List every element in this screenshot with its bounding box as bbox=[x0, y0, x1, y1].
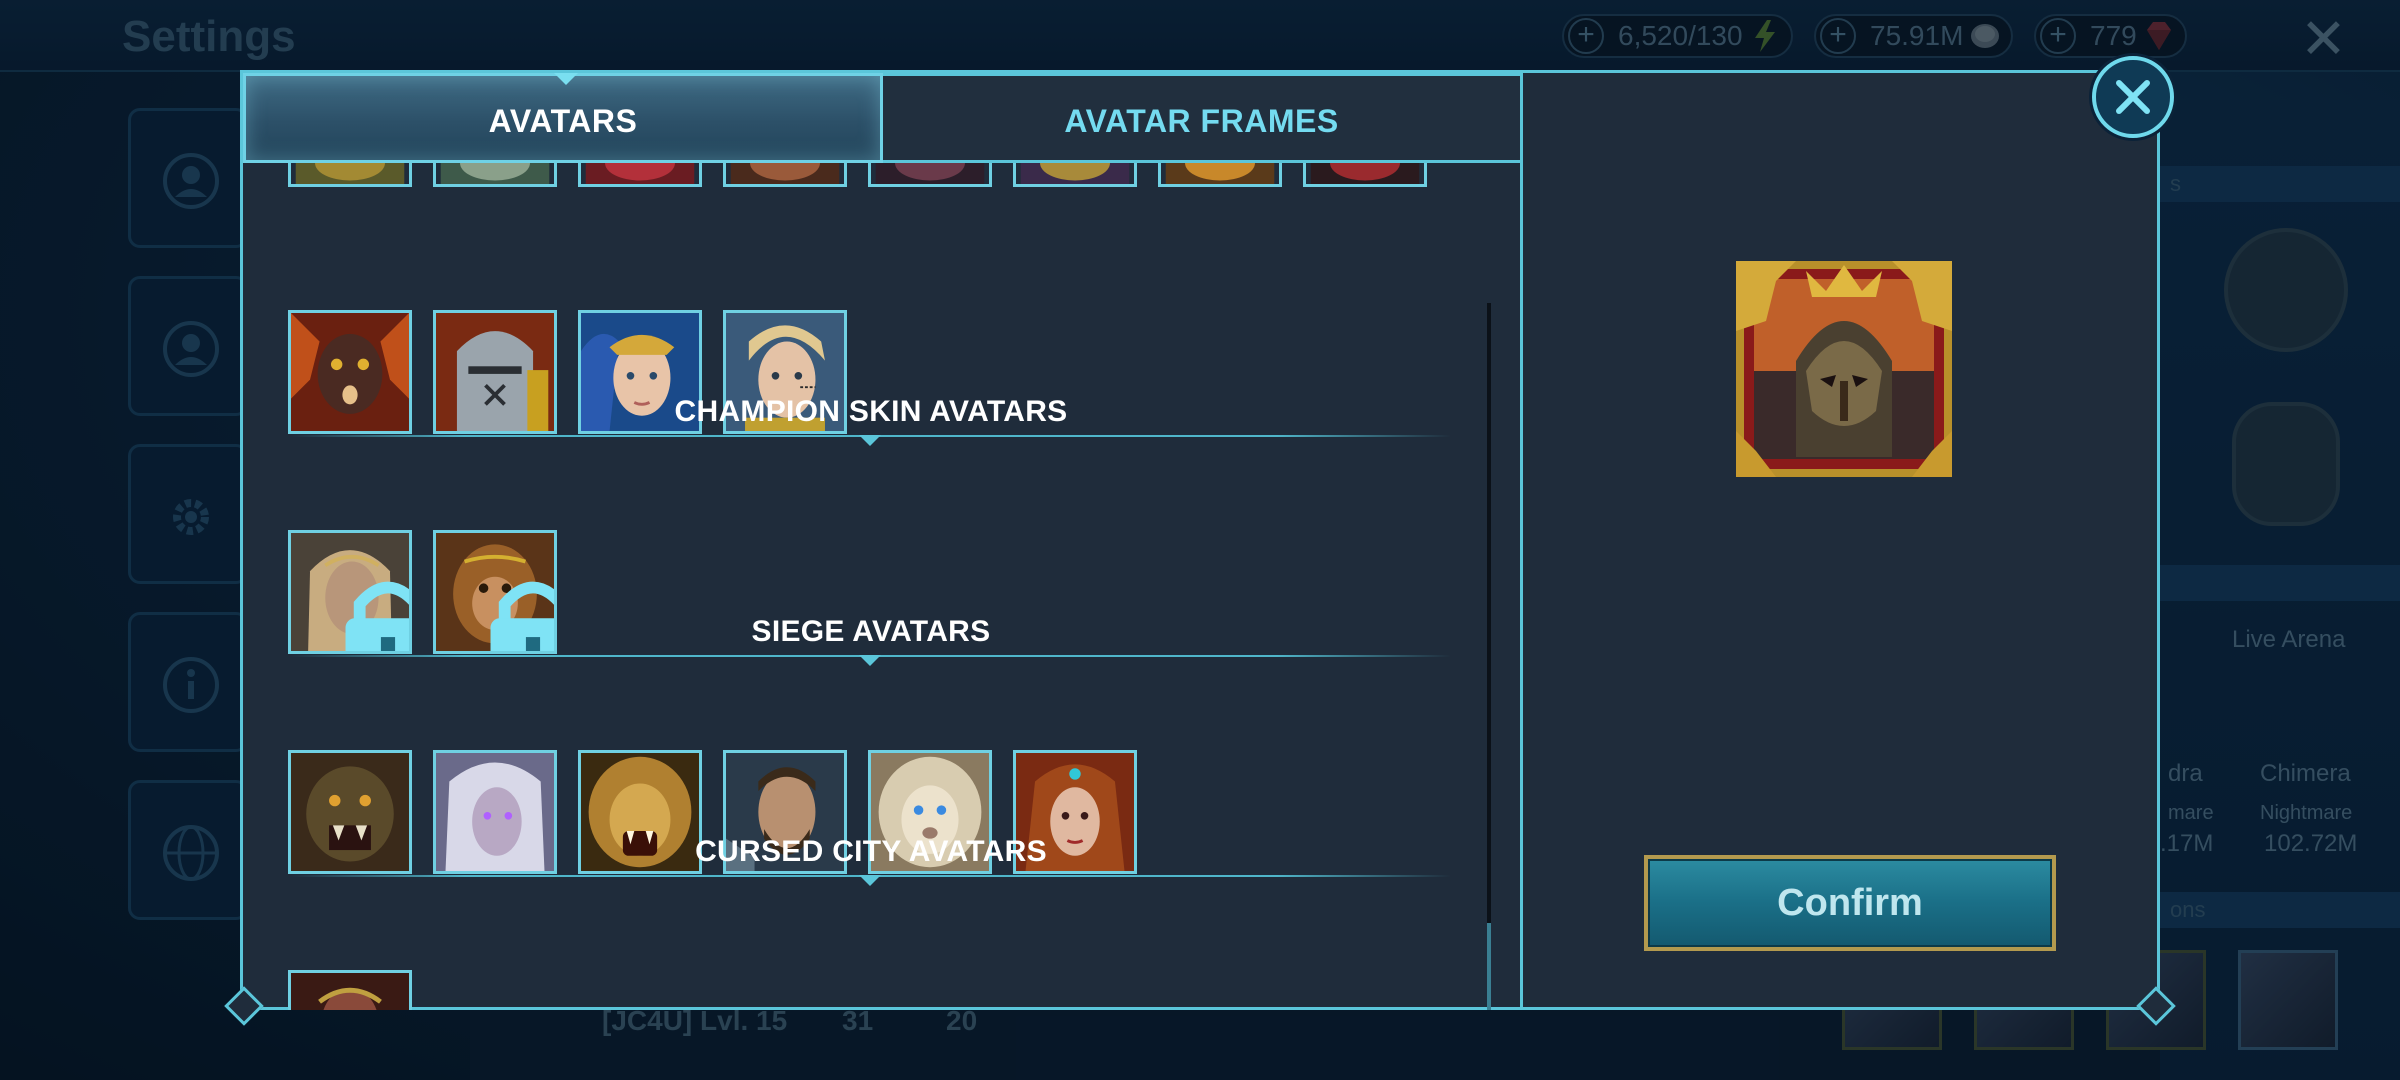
tab-avatar-frames-label: AVATAR FRAMES bbox=[1064, 103, 1339, 139]
confirm-button-label: Confirm bbox=[1648, 859, 2052, 947]
avatar-tabs: AVATARS AVATAR FRAMES bbox=[243, 73, 1523, 163]
siege-section-header: SIEGE AVATARS bbox=[291, 615, 1451, 666]
section-notch-icon bbox=[859, 435, 881, 446]
cursed-city-title: CURSED CITY AVATARS bbox=[695, 835, 1047, 868]
avatar-champion[interactable] bbox=[1158, 163, 1282, 187]
close-icon bbox=[2116, 80, 2150, 114]
selected-avatar-preview bbox=[1736, 261, 1952, 477]
tab-avatars-label: AVATARS bbox=[488, 103, 638, 139]
section-notch-icon bbox=[859, 655, 881, 666]
confirm-button[interactable]: Confirm bbox=[1644, 855, 2056, 951]
avatar-champion[interactable] bbox=[433, 163, 557, 187]
tab-avatar-frames[interactable]: AVATAR FRAMES bbox=[883, 73, 1523, 163]
cursed-city-section-header: CURSED CITY AVATARS bbox=[291, 835, 1451, 886]
tab-avatars[interactable]: AVATARS bbox=[243, 73, 883, 163]
avatar-champion[interactable] bbox=[578, 163, 702, 187]
avatar-champion[interactable] bbox=[1303, 163, 1427, 187]
siege-title: SIEGE AVATARS bbox=[751, 615, 991, 648]
preview-pane: Confirm bbox=[1526, 73, 2157, 1007]
tab-notch-icon bbox=[554, 73, 578, 85]
close-dialog-button[interactable] bbox=[2092, 56, 2174, 138]
section-notch-icon bbox=[859, 875, 881, 886]
avatar-champion[interactable] bbox=[1013, 163, 1137, 187]
avatar-champion[interactable] bbox=[868, 163, 992, 187]
scrollbar-track[interactable] bbox=[1487, 303, 1491, 1010]
avatar-dialog: AVATARS AVATAR FRAMES CHAMPION SKIN AVAT… bbox=[240, 70, 2160, 1010]
avatar-champion[interactable] bbox=[288, 163, 412, 187]
scrollbar-thumb[interactable] bbox=[1487, 923, 1491, 1010]
avatar-champion[interactable] bbox=[723, 163, 847, 187]
champion-skin-title: CHAMPION SKIN AVATARS bbox=[674, 395, 1068, 428]
champion-skin-section-header: CHAMPION SKIN AVATARS bbox=[291, 395, 1451, 446]
avatar-grid[interactable]: CHAMPION SKIN AVATARS SIEGE AVATARS CURS… bbox=[243, 163, 1523, 1010]
cursed-avatar[interactable] bbox=[288, 970, 412, 1010]
